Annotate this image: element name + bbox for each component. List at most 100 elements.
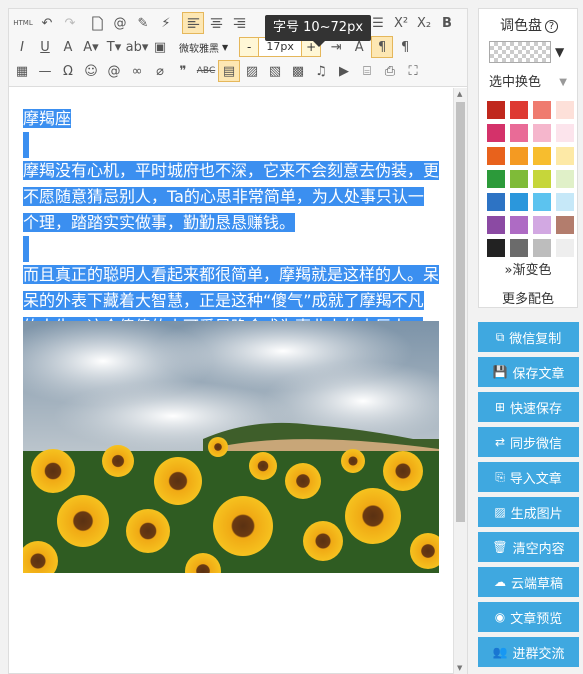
font-color-icon[interactable]: A▾ xyxy=(80,36,102,58)
action-button-2[interactable]: 💾 保存文章 xyxy=(478,357,579,387)
color-swatch[interactable] xyxy=(556,101,574,119)
gradient-label: 渐变色 xyxy=(512,263,552,278)
current-color-swatch[interactable] xyxy=(489,41,551,63)
color-swatch[interactable] xyxy=(533,216,551,234)
color-swatch[interactable] xyxy=(510,101,528,119)
color-swatch[interactable] xyxy=(487,147,505,165)
action-button-7[interactable]: 🗑 清空内容 xyxy=(478,532,579,562)
font-family-select[interactable]: 微软雅黑 ▼ xyxy=(175,37,232,57)
sunflower-photo[interactable] xyxy=(23,321,439,573)
color-swatch[interactable] xyxy=(533,101,551,119)
magic-wand-icon[interactable]: ⚡ xyxy=(155,12,177,34)
color-swatch[interactable] xyxy=(510,239,528,257)
action-button-9[interactable]: ◉ 文章预览 xyxy=(478,602,579,632)
color-swatch[interactable] xyxy=(510,193,528,211)
color-swatch[interactable] xyxy=(510,216,528,234)
color-swatch[interactable] xyxy=(487,216,505,234)
paragraph-ltr-icon[interactable]: ¶ xyxy=(371,36,394,58)
music-icon[interactable]: ♫ xyxy=(310,60,332,82)
format-clear-icon[interactable]: @ xyxy=(109,12,131,34)
text-border-icon[interactable]: A xyxy=(57,36,79,58)
paragraph-rtl-icon[interactable]: ¶ xyxy=(394,36,416,58)
action-button-4[interactable]: ⇄ 同步微信 xyxy=(478,427,579,457)
multi-image-icon[interactable]: ▧ xyxy=(264,60,286,82)
color-swatch[interactable] xyxy=(556,193,574,211)
color-swatch[interactable] xyxy=(487,193,505,211)
scroll-up-icon[interactable]: ▲ xyxy=(457,90,462,98)
quote-icon[interactable]: ❞ xyxy=(172,60,194,82)
color-swatch[interactable] xyxy=(487,239,505,257)
picture-frame-icon[interactable]: ▣ xyxy=(149,36,171,58)
font-size-decrease-button[interactable]: - xyxy=(240,38,258,56)
link-icon[interactable]: ∞ xyxy=(126,60,148,82)
color-swatch[interactable] xyxy=(533,147,551,165)
underline-icon[interactable]: U xyxy=(34,36,56,58)
help-icon[interactable]: ? xyxy=(545,20,558,33)
color-swatch[interactable] xyxy=(556,239,574,257)
gallery-icon[interactable]: ▩ xyxy=(287,60,309,82)
action-button-5[interactable]: ⎘ 导入文章 xyxy=(478,462,579,492)
scroll-thumb[interactable] xyxy=(456,102,465,522)
more-colors-link[interactable]: 更多配色 xyxy=(479,288,577,307)
color-swatch[interactable] xyxy=(533,239,551,257)
color-swatch[interactable] xyxy=(556,147,574,165)
search-replace-icon[interactable]: @ xyxy=(103,60,125,82)
format-painter-icon[interactable]: ▤ xyxy=(218,60,240,82)
color-swatch[interactable] xyxy=(487,101,505,119)
horizontal-rule-icon[interactable]: — xyxy=(34,60,56,82)
text-shading-icon[interactable]: ab▾ xyxy=(126,36,149,58)
content-scrollbar[interactable]: ▲ ▼ xyxy=(453,88,467,674)
gradient-toggle[interactable]: »渐变色 xyxy=(479,259,577,278)
font-size-tooltip: 字号 10~72px xyxy=(265,15,371,47)
color-replace-select[interactable]: 选中换色 ▼ xyxy=(479,71,577,95)
action-button-8[interactable]: ☁ 云端草稿 xyxy=(478,567,579,597)
blank-line xyxy=(23,132,29,158)
strikethrough-icon[interactable]: ABC xyxy=(195,60,217,82)
action-button-10[interactable]: 👥 进群交流 xyxy=(478,637,579,667)
action-button-label: 导入文章 xyxy=(509,471,562,487)
action-button-label: 同步微信 xyxy=(510,436,563,452)
table-icon[interactable]: ▦ xyxy=(11,60,33,82)
color-replace-label: 选中换色 xyxy=(489,75,542,90)
italic-icon[interactable]: I xyxy=(11,36,33,58)
format-brush-icon[interactable]: ✎ xyxy=(132,12,154,34)
color-swatch[interactable] xyxy=(533,170,551,188)
html-source-button[interactable]: HTML xyxy=(11,12,35,34)
bold-icon[interactable]: B xyxy=(436,12,458,34)
action-button-label: 文章预览 xyxy=(510,611,563,627)
video-icon[interactable]: ▶ xyxy=(333,60,355,82)
action-button-3[interactable]: ⊞ 快速保存 xyxy=(478,392,579,422)
color-swatch[interactable] xyxy=(487,170,505,188)
mini-program-icon[interactable]: ⌸ xyxy=(356,60,378,82)
color-swatch[interactable] xyxy=(556,216,574,234)
text-background-icon[interactable]: T▾ xyxy=(103,36,125,58)
align-right-icon[interactable] xyxy=(228,12,250,34)
color-swatch[interactable] xyxy=(556,170,574,188)
color-swatch[interactable] xyxy=(556,124,574,142)
align-left-icon[interactable] xyxy=(182,12,204,34)
redo-icon[interactable]: ↷ xyxy=(59,12,81,34)
action-button-1[interactable]: ⧉ 微信复制 xyxy=(478,322,579,352)
superscript-icon[interactable]: X² xyxy=(390,12,412,34)
undo-icon[interactable]: ↶ xyxy=(36,12,58,34)
align-center-icon[interactable] xyxy=(205,12,227,34)
unlink-icon[interactable]: ⌀ xyxy=(149,60,171,82)
emoji-icon[interactable]: ☺ xyxy=(80,60,102,82)
action-button-6[interactable]: ▨ 生成图片 xyxy=(478,497,579,527)
print-icon[interactable]: ⎙ xyxy=(379,60,401,82)
color-swatch[interactable] xyxy=(510,170,528,188)
current-color-dropdown-icon[interactable]: ▼ xyxy=(555,45,564,59)
action-button-label: 生成图片 xyxy=(510,506,563,522)
scroll-down-icon[interactable]: ▼ xyxy=(457,664,462,672)
image-icon[interactable]: ▨ xyxy=(241,60,263,82)
color-swatch[interactable] xyxy=(533,193,551,211)
subscript-icon[interactable]: X₂ xyxy=(413,12,435,34)
fullscreen-icon[interactable]: ⛶ xyxy=(402,60,424,82)
new-doc-icon[interactable] xyxy=(86,12,108,34)
color-swatch[interactable] xyxy=(510,124,528,142)
special-char-icon[interactable]: Ω xyxy=(57,60,79,82)
color-swatch[interactable] xyxy=(533,124,551,142)
color-swatch[interactable] xyxy=(487,124,505,142)
color-swatch[interactable] xyxy=(510,147,528,165)
chevron-down-icon: ▼ xyxy=(559,77,567,88)
